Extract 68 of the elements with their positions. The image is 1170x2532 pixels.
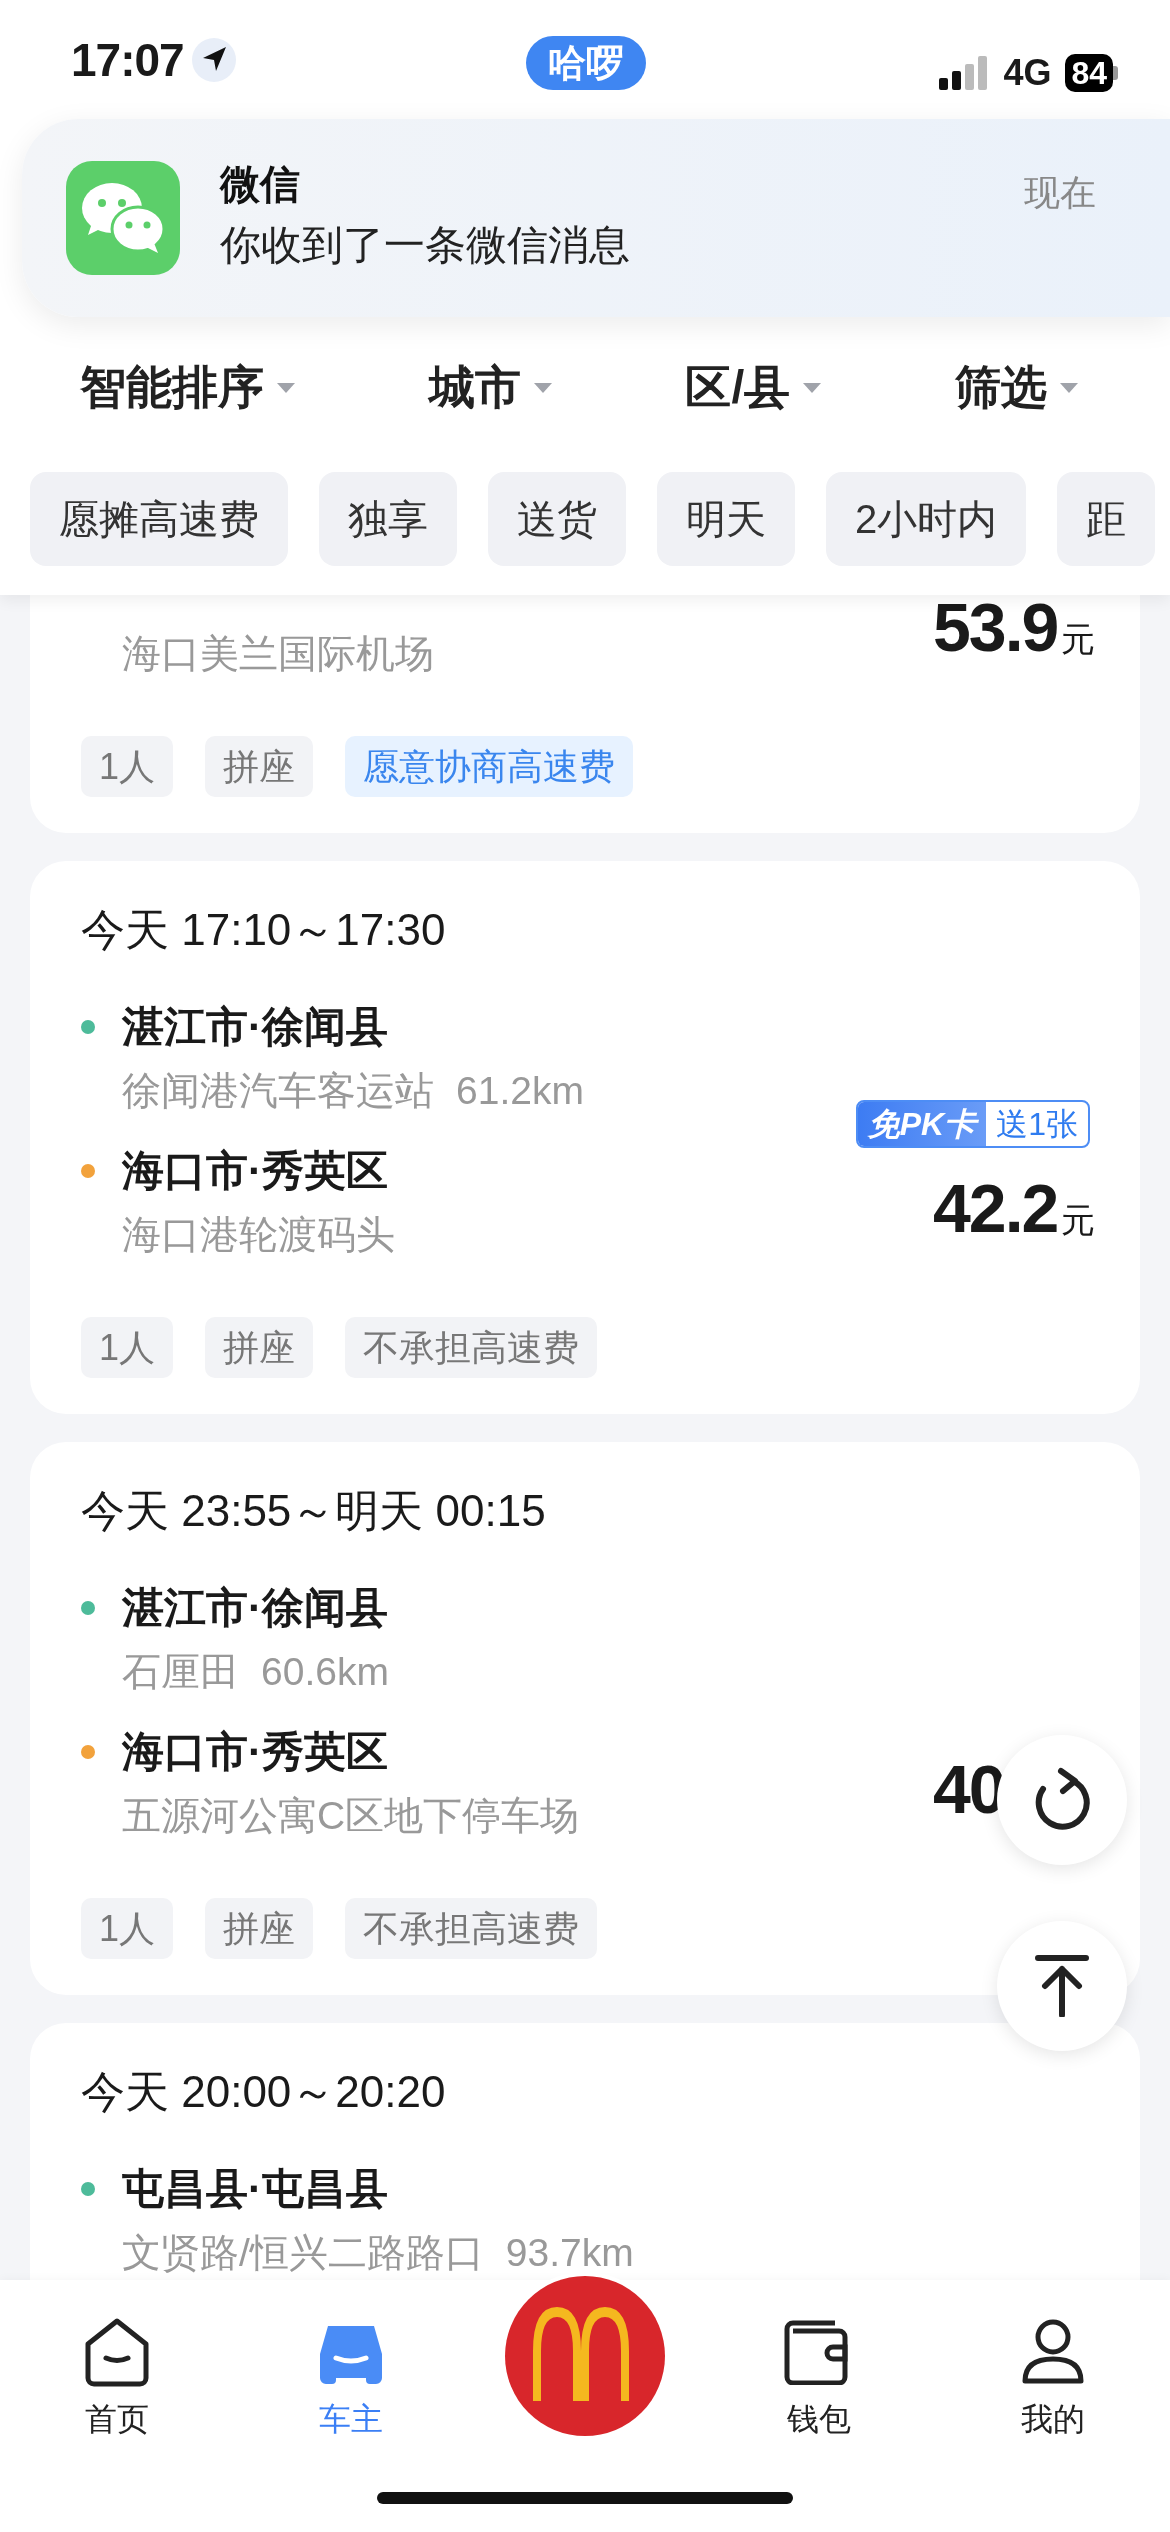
order-tag: 1人 — [81, 1898, 174, 1959]
back-to-top-icon — [1035, 1955, 1089, 2017]
price-text: 42.2元 — [933, 1169, 1096, 1248]
notification-banner[interactable]: 微信 你收到了一条微信消息 现在 — [22, 119, 1170, 317]
order-tag: 不承担高速费 — [345, 1317, 598, 1378]
caret-icon — [1059, 382, 1079, 394]
notification-title: 微信 — [220, 161, 301, 208]
filter-dropdown[interactable]: 区/县 — [685, 357, 823, 419]
filter-chip[interactable]: 独享 — [319, 472, 457, 566]
order-tag: 1人 — [81, 736, 174, 797]
filter-chip[interactable]: 距 — [1057, 472, 1156, 566]
filter-dropdown[interactable]: 智能排序 — [80, 357, 296, 419]
clock-time: 17:07 — [71, 32, 184, 87]
filter-label: 区/县 — [685, 360, 791, 415]
filter-label: 筛选 — [955, 360, 1047, 415]
order-tag: 1人 — [81, 1317, 174, 1378]
price-text: 53.9元 — [933, 595, 1096, 667]
battery-level: 84 — [1065, 54, 1113, 92]
stop-distance: 60.6km — [261, 1650, 389, 1694]
chat-app-icon — [66, 161, 180, 275]
battery-tip-icon — [1113, 66, 1118, 80]
stop-address: 石厘田 — [122, 1649, 239, 1695]
stop-address: 文贤路/恒兴二路路口 — [122, 2230, 484, 2276]
stop-distance: 93.7km — [505, 2231, 634, 2275]
tab-item[interactable]: 首页 — [0, 2280, 234, 2442]
order-tag: 愿意协商高速费 — [345, 736, 634, 797]
filter-dropdown[interactable]: 城市 — [428, 357, 553, 419]
network-label: 4G — [1003, 52, 1052, 94]
tab-item[interactable]: 钱包 — [702, 2280, 936, 2442]
order-card[interactable]: 今天 17:10～17:30 湛江市·徐闻县 徐闻港汽车客运站 61.2km 海口市·秀英区 海口港轮渡码头 免PK卡 送1张 42.2元 1人 拼座 不承担高速费 — [30, 861, 1140, 1414]
stop-address: 五源河公寓C区地下停车场 — [122, 1793, 580, 1839]
stop-place: 屯昌县·屯昌县 — [122, 2164, 388, 2214]
profile-icon — [1020, 2317, 1086, 2387]
trip-time: 今天 20:00～20:20 — [81, 2066, 447, 2118]
coupon-badge: 免PK卡 送1张 — [855, 1100, 1090, 1148]
caret-icon — [532, 382, 553, 394]
stop-distance: 61.2km — [456, 1069, 584, 1113]
order-tag: 不承担高速费 — [345, 1898, 598, 1959]
stop-address: 徐闻港汽车客运站 — [122, 1068, 434, 1114]
order-tag: 拼座 — [205, 1317, 314, 1378]
trip-time: 今天 23:55～明天 00:15 — [81, 1485, 547, 1537]
filter-chip[interactable]: 送货 — [488, 472, 626, 566]
filter-chip[interactable]: 明天 — [657, 472, 795, 566]
notification-time: 现在 — [1024, 171, 1096, 215]
signal-icon — [939, 56, 990, 90]
stop-place: 湛江市·徐闻县 — [122, 1002, 388, 1052]
filter-chip[interactable]: 2小时内 — [826, 472, 1027, 566]
filter-dropdown[interactable]: 筛选 — [955, 357, 1079, 419]
stop-place: 海口市·秀英区 — [122, 1727, 388, 1777]
tab-item[interactable]: 我的 — [936, 2280, 1170, 2442]
stop-address: 海口港轮渡码头 — [122, 1212, 395, 1258]
trip-time: 今天 17:10～17:30 — [81, 904, 447, 956]
filter-chip[interactable]: 愿摊高速费 — [30, 472, 288, 566]
caret-icon — [802, 382, 823, 394]
app-pill[interactable]: 哈啰 — [526, 36, 646, 90]
tab-item[interactable]: 车主 — [234, 2280, 468, 2442]
filter-label: 智能排序 — [80, 360, 264, 415]
caret-icon — [276, 382, 296, 394]
arches-logo-icon — [505, 2276, 665, 2436]
filter-label: 城市 — [428, 360, 521, 415]
order-tag: 拼座 — [205, 1898, 314, 1959]
order-card[interactable]: 海口美兰国际机场 53.9元 1人 拼座 愿意协商高速费 — [30, 595, 1140, 833]
notification-message: 你收到了一条微信消息 — [220, 221, 630, 270]
order-tag: 拼座 — [205, 736, 314, 797]
order-card[interactable]: 今天 20:00～20:20 屯昌县·屯昌县 文贤路/恒兴二路路口 93.7km — [30, 2023, 1140, 2280]
stop-place: 海口市·秀英区 — [122, 1146, 388, 1196]
stop-place: 湛江市·徐闻县 — [122, 1583, 388, 1633]
stop-address: 海口美兰国际机场 — [122, 631, 434, 677]
